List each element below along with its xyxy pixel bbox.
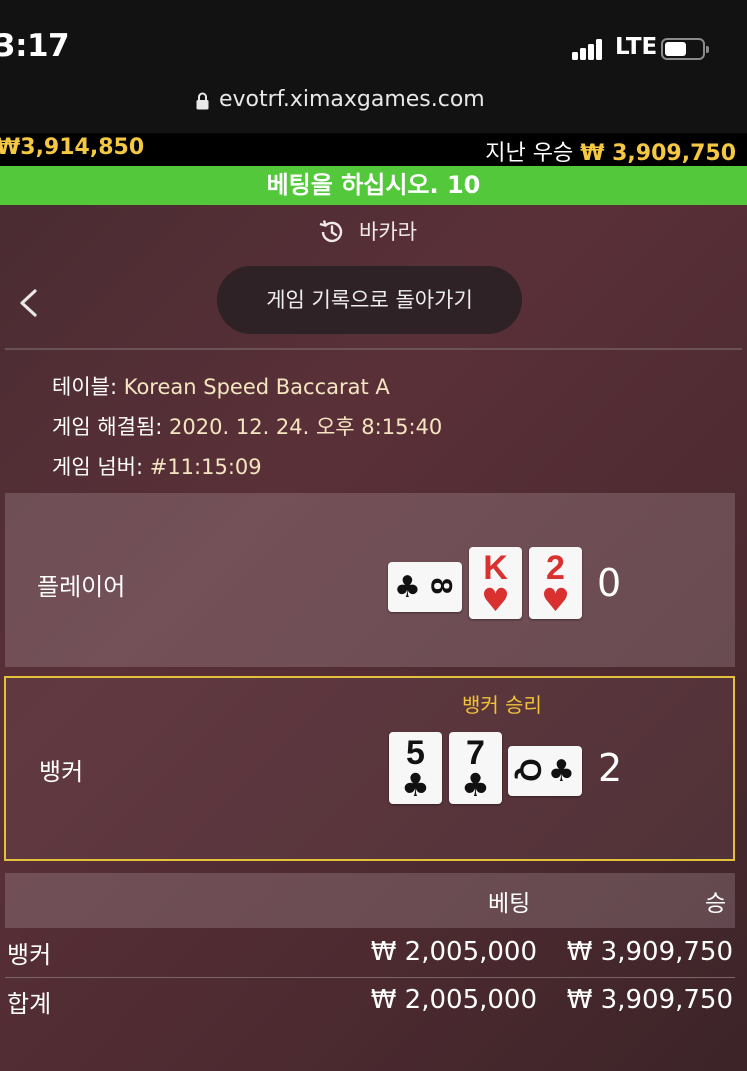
banker-score: 2 [598, 746, 623, 790]
resolved-label: 게임 해결됨: [52, 415, 163, 439]
player-card: 2 ♥ [529, 547, 582, 619]
bets-col-win: 승 [705, 891, 727, 917]
player-score: 0 [597, 561, 622, 605]
card-suit-icon: ♥ [541, 581, 570, 619]
bets-row-label: 뱅커 [7, 941, 52, 969]
card-suit-icon: ♥ [481, 581, 510, 619]
game-number-value: #11:15:09 [149, 455, 262, 479]
table-info: 테이블: Korean Speed Baccarat A [52, 371, 390, 401]
card-suit-icon: ♣ [401, 766, 430, 804]
betting-countdown-banner: 베팅을 하십시오. 10 [0, 166, 747, 205]
status-time: 3:17 [0, 28, 70, 64]
divider [5, 348, 742, 350]
table-divider [5, 977, 735, 978]
last-win-amount: ₩ 3,909,750 [580, 141, 736, 166]
lock-icon [196, 92, 209, 110]
balance-amount: ₩3,914,850 [0, 135, 145, 160]
card-suit-icon: ♣ [548, 754, 575, 789]
banker-card: Q ♣ [508, 746, 582, 796]
bets-table-header [5, 873, 735, 928]
banker-hand [4, 676, 735, 861]
back-to-history-button[interactable]: 게임 기록으로 돌아가기 [217, 266, 522, 334]
battery-icon [661, 38, 709, 60]
table-value: Korean Speed Baccarat A [123, 375, 390, 399]
history-icon[interactable] [318, 219, 346, 245]
banker-win-label: 뱅커 승리 [462, 693, 542, 717]
banker-card: 7 ♣ [449, 732, 502, 804]
network-type: LTE [615, 34, 658, 60]
player-label: 플레이어 [37, 573, 126, 601]
card-rank: 8 [424, 577, 458, 595]
last-win: 지난 우승 ₩ 3,909,750 [485, 135, 736, 167]
total-row-label: 합계 [7, 990, 52, 1018]
bets-row-win: ₩ 3,909,750 [566, 937, 733, 967]
card-suit-icon: ♣ [394, 570, 421, 605]
resolved-value: 2020. 12. 24. 오후 8:15:40 [169, 415, 443, 439]
game-title[interactable]: 바카라 [359, 216, 417, 246]
last-win-label: 지난 우승 [485, 141, 574, 166]
banker-label: 뱅커 [39, 758, 84, 786]
player-card: 8 ♣ [388, 562, 462, 612]
bets-col-bet: 베팅 [488, 891, 531, 917]
total-row-bet: ₩ 2,005,000 [370, 985, 537, 1015]
total-row-win: ₩ 3,909,750 [566, 985, 733, 1015]
table-label: 테이블: [52, 375, 118, 399]
game-number-label: 게임 넘버: [52, 455, 144, 479]
bets-row-bet: ₩ 2,005,000 [370, 937, 537, 967]
game-number-info: 게임 넘버: #11:15:09 [52, 451, 262, 481]
resolved-info: 게임 해결됨: 2020. 12. 24. 오후 8:15:40 [52, 411, 442, 441]
browser-url[interactable]: evotrf.ximaxgames.com [219, 87, 485, 112]
card-rank: Q [513, 758, 547, 782]
banker-card: 5 ♣ [389, 732, 442, 804]
signal-icon [572, 38, 610, 60]
player-card: K ♥ [469, 547, 522, 619]
card-suit-icon: ♣ [461, 766, 490, 804]
chevron-left-icon[interactable] [16, 288, 40, 318]
